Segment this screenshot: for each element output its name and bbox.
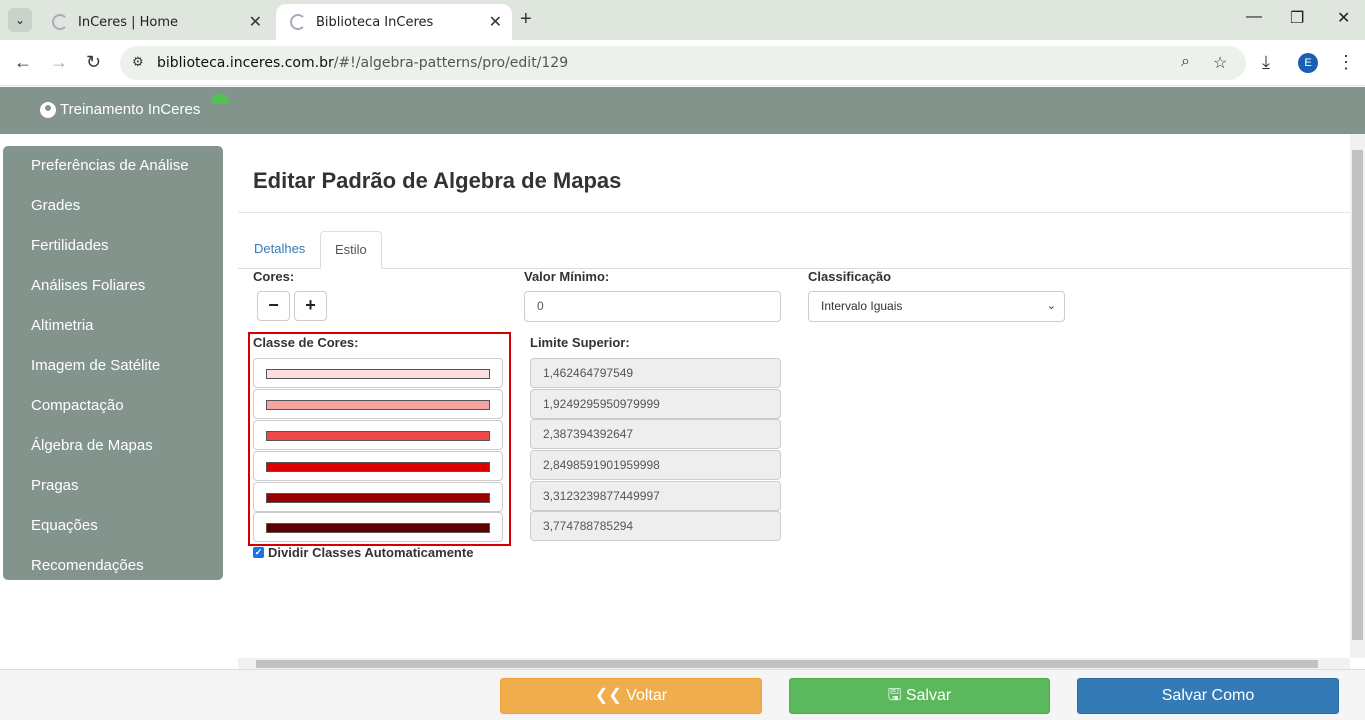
url-text: biblioteca.inceres.com.br/#!/algebra-pat… (157, 55, 568, 71)
color-swatch[interactable] (253, 451, 503, 481)
close-tab-icon[interactable]: ✕ (249, 12, 262, 31)
sidebar-item-fertilidades[interactable]: Fertilidades (3, 235, 223, 275)
url-host: biblioteca.inceres.com.br (157, 55, 334, 71)
voltar-button[interactable]: ❮❮ Voltar (500, 678, 762, 714)
sidebar-item-compactacao[interactable]: Compactação (3, 395, 223, 435)
color-swatch[interactable] (253, 420, 503, 450)
reload-icon[interactable]: ↻ (86, 52, 101, 73)
sidebar-item-analises-foliares[interactable]: Análises Foliares (3, 275, 223, 315)
forward-icon[interactable]: → (50, 52, 68, 73)
classe-cores-label: Classe de Cores: (253, 335, 359, 350)
salvar-como-button[interactable]: Salvar Como (1077, 678, 1339, 714)
valor-minimo-label: Valor Mínimo: (524, 269, 610, 284)
salvar-label: Salvar (905, 687, 952, 704)
browser-tab-biblioteca[interactable]: Biblioteca InCeres ✕ (276, 4, 512, 40)
color-bar (266, 369, 490, 379)
voltar-label: Voltar (626, 687, 668, 704)
divider (238, 212, 1350, 213)
user-icon (40, 101, 56, 118)
page-title: Editar Padrão de Algebra de Mapas (253, 168, 622, 193)
valor-minimo-input[interactable]: 0 (524, 291, 781, 322)
footer-actions: ❮❮ Voltar 🖫 Salvar Salvar Como (0, 669, 1365, 720)
zoom-icon[interactable]: ⌕ (1181, 53, 1190, 71)
tab-search-button[interactable]: ⌄ (8, 8, 32, 32)
chevron-down-icon: ⌄ (1046, 300, 1056, 312)
minimize-icon[interactable]: — (1246, 8, 1262, 26)
tab-title: InCeres | Home (78, 14, 179, 30)
tab-title: Biblioteca InCeres (316, 14, 434, 30)
limite-superior-field: 1,462464797549 (530, 358, 781, 388)
tab-detalhes[interactable]: Detalhes (240, 231, 319, 269)
site-settings-icon[interactable]: ⚙ (132, 54, 144, 70)
color-bar (266, 523, 490, 533)
vertical-scrollbar[interactable] (1350, 134, 1365, 658)
browser-tab-home[interactable]: InCeres | Home ✕ (38, 4, 272, 40)
user-menu[interactable]: Treinamento InCeres (40, 101, 200, 118)
sidebar-item-imagem-satelite[interactable]: Imagem de Satélite (3, 355, 223, 395)
sidebar: Preferências de Análise Grades Fertilida… (3, 146, 223, 580)
close-tab-icon[interactable]: ✕ (489, 12, 502, 31)
address-bar: ← → ↻ ⚙ biblioteca.inceres.com.br/#!/alg… (0, 40, 1365, 86)
bookmark-star-icon[interactable]: ☆ (1213, 53, 1227, 73)
sidebar-item-pragas[interactable]: Pragas (3, 475, 223, 515)
sidebar-item-preferencias[interactable]: Preferências de Análise (3, 155, 223, 195)
sidebar-item-equacoes[interactable]: Equações (3, 515, 223, 555)
sidebar-item-recomendacoes[interactable]: Recomendações (3, 555, 223, 595)
salvar-button[interactable]: 🖫 Salvar (789, 678, 1050, 714)
close-window-icon[interactable]: ✕ (1337, 8, 1350, 28)
restore-icon[interactable]: ❐ (1290, 8, 1304, 28)
profile-avatar[interactable]: E (1298, 53, 1318, 73)
tab-estilo[interactable]: Estilo (320, 231, 382, 269)
chevron-left-icon: ❮❮ (594, 687, 627, 704)
limite-superior-field: 1,9249295950979999 (530, 389, 781, 419)
classificacao-value: Intervalo Iguais (821, 299, 903, 313)
menu-kebab-icon[interactable]: ⋮ (1337, 52, 1355, 73)
salvar-como-label: Salvar Como (1161, 687, 1255, 704)
scroll-thumb[interactable] (1352, 150, 1363, 640)
cores-label: Cores: (253, 269, 295, 284)
color-bar (266, 493, 490, 503)
connection-icon (211, 94, 229, 104)
sidebar-item-altimetria[interactable]: Altimetria (3, 315, 223, 355)
classificacao-select[interactable]: Intervalo Iguais ⌄ (808, 291, 1065, 322)
classificacao-label: Classificação (808, 269, 892, 284)
sidebar-item-grades[interactable]: Grades (3, 195, 223, 235)
url-input[interactable]: ⚙ biblioteca.inceres.com.br/#!/algebra-p… (120, 46, 1246, 80)
horizontal-scrollbar[interactable] (238, 658, 1350, 669)
save-icon: 🖫 (887, 687, 906, 704)
dividir-classes-label: Dividir Classes Automaticamente (268, 545, 474, 560)
checkbox-checked-icon[interactable]: ✓ (253, 547, 264, 558)
color-bar (266, 400, 490, 410)
loading-icon (290, 14, 306, 30)
loading-icon (52, 14, 68, 30)
color-swatch[interactable] (253, 358, 503, 388)
user-name: Treinamento InCeres (60, 101, 201, 118)
limite-superior-label: Limite Superior: (530, 335, 630, 350)
color-swatch[interactable] (253, 482, 503, 512)
dividir-classes-checkbox[interactable]: ✓ Dividir Classes Automaticamente (253, 545, 473, 560)
app-header: Treinamento InCeres (0, 87, 1365, 134)
color-swatch[interactable] (253, 389, 503, 419)
color-bar (266, 462, 490, 472)
limite-superior-field: 3,3123239877449997 (530, 481, 781, 511)
new-tab-icon[interactable]: + (520, 8, 532, 31)
content-tabs: Detalhes Estilo (238, 231, 1350, 269)
browser-tab-bar: ⌄ InCeres | Home ✕ Biblioteca InCeres ✕ … (0, 0, 1365, 40)
add-color-button[interactable]: + (294, 291, 327, 321)
color-swatch[interactable] (253, 512, 503, 542)
sidebar-item-algebra-mapas[interactable]: Álgebra de Mapas (3, 435, 223, 475)
remove-color-button[interactable]: − (257, 291, 290, 321)
back-icon[interactable]: ← (14, 52, 32, 73)
limite-superior-field: 2,387394392647 (530, 419, 781, 449)
limite-superior-field: 3,774788785294 (530, 511, 781, 541)
color-bar (266, 431, 490, 441)
url-path: /#!/algebra-patterns/pro/edit/129 (333, 55, 569, 71)
download-icon[interactable]: ⤓ (1262, 52, 1270, 73)
scroll-thumb[interactable] (256, 660, 1318, 668)
limite-superior-field: 2,8498591901959998 (530, 450, 781, 480)
